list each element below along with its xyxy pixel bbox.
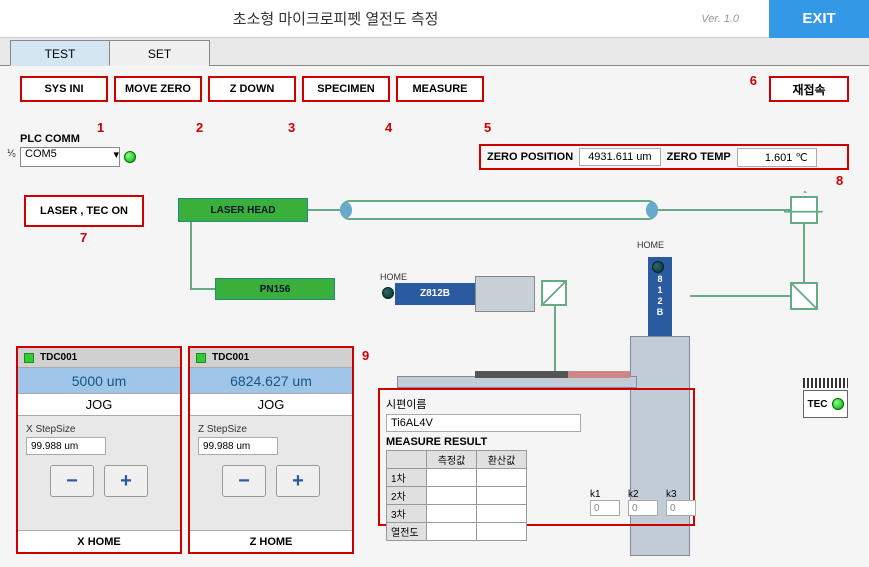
specimen-button[interactable]: SPECIMEN xyxy=(302,76,390,102)
zero-temp-label: ZERO TEMP xyxy=(667,151,731,163)
z-home-button[interactable]: Z HOME xyxy=(190,530,352,552)
row-thermal: 열전도 xyxy=(387,523,427,541)
cell-3-2 xyxy=(477,505,527,523)
x-jog-minus-button[interactable]: − xyxy=(50,465,94,497)
annotation-2: 2 xyxy=(196,120,203,135)
tec-box: TEC xyxy=(803,390,848,418)
x-stepsize-input[interactable] xyxy=(26,437,106,455)
z812b-horizontal: Z812B xyxy=(395,283,475,305)
exit-button[interactable]: EXIT xyxy=(769,0,869,38)
k1-label: k1 xyxy=(590,489,620,500)
ctrl-name: TDC001 xyxy=(212,352,249,363)
annotation-6: 6 xyxy=(750,73,757,88)
k2-input[interactable] xyxy=(628,500,658,516)
k3-input[interactable] xyxy=(666,500,696,516)
k1-input[interactable] xyxy=(590,500,620,516)
z-jog-minus-button[interactable]: − xyxy=(222,465,266,497)
specimen-name-label: 시편이름 xyxy=(386,396,687,412)
cell-2-2 xyxy=(477,487,527,505)
beam-tube xyxy=(340,200,658,220)
laser-tec-button[interactable]: LASER , TEC ON xyxy=(24,195,144,227)
annotation-4: 4 xyxy=(385,120,392,135)
mirror-icon xyxy=(790,282,818,310)
zero-bar: ZERO POSITION 4931.611 um ZERO TEMP 1.60… xyxy=(479,144,849,170)
beam-line xyxy=(308,209,340,211)
specimen-name-input[interactable] xyxy=(386,414,581,432)
annotation-9: 9 xyxy=(362,348,369,363)
tec-hatch-icon xyxy=(803,378,848,388)
z-jog-label: JOG xyxy=(190,394,352,416)
k3-label: k3 xyxy=(666,489,696,500)
z-stepsize-input[interactable] xyxy=(198,437,278,455)
col-measured: 측정값 xyxy=(427,451,477,469)
z-jog-plus-button[interactable]: + xyxy=(276,465,320,497)
ctrl-name: TDC001 xyxy=(40,352,77,363)
wire-line xyxy=(190,222,192,288)
tec-label: TEC xyxy=(808,399,828,410)
x-jog-plus-button[interactable]: + xyxy=(104,465,148,497)
x-controller-panel: TDC001 5000 um JOG X StepSize − + X HOME xyxy=(16,346,182,554)
version-label: Ver. 1.0 xyxy=(671,13,769,25)
annotation-3: 3 xyxy=(288,120,295,135)
x-home-button[interactable]: X HOME xyxy=(18,530,180,552)
cell-4-2 xyxy=(477,523,527,541)
app-title: 초소형 마이크로피펫 열전도 측정 xyxy=(0,8,671,29)
measure-button[interactable]: MEASURE xyxy=(396,76,484,102)
home-led-icon xyxy=(382,287,394,299)
laser-head-block: LASER HEAD xyxy=(178,198,308,222)
row-1: 1차 xyxy=(387,469,427,487)
row-2: 2차 xyxy=(387,487,427,505)
sys-ini-button[interactable]: SYS INI xyxy=(20,76,108,102)
plc-comm-label: PLC COMM xyxy=(20,133,136,145)
col-converted: 환산값 xyxy=(477,451,527,469)
measure-result-table: 측정값환산값 1차 2차 3차 열전도 xyxy=(386,450,527,541)
cell-2-1 xyxy=(427,487,477,505)
wire-line xyxy=(190,288,215,290)
measure-area: 시편이름 MEASURE RESULT 측정값환산값 1차 2차 3차 열전도 … xyxy=(378,388,695,526)
beam-line xyxy=(554,306,556,372)
z-stepsize-label: Z StepSize xyxy=(198,424,344,435)
cell-1-2 xyxy=(477,469,527,487)
beam-line xyxy=(803,224,805,282)
cell-1-1 xyxy=(427,469,477,487)
plc-port-select[interactable]: COM5 ▾ xyxy=(20,147,120,167)
z-down-button[interactable]: Z DOWN xyxy=(208,76,296,102)
cell-3-1 xyxy=(427,505,477,523)
z-position-value: 6824.627 um xyxy=(190,368,352,394)
cell-4-1 xyxy=(427,523,477,541)
pn156-block: PN156 xyxy=(215,278,335,300)
laser-tec-label: LASER , TEC ON xyxy=(40,205,128,217)
annotation-5: 5 xyxy=(484,120,491,135)
measure-result-title: MEASURE RESULT xyxy=(386,436,687,448)
beam-line xyxy=(658,209,790,211)
reconnect-button[interactable]: 재접속 xyxy=(769,76,849,102)
z-controller-panel: TDC001 6824.627 um JOG Z StepSize − + Z … xyxy=(188,346,354,554)
zero-position-value: 4931.611 um xyxy=(579,148,660,166)
zero-temp-value: 1.601 ℃ xyxy=(737,148,817,167)
plc-port-value: COM5 xyxy=(25,148,57,160)
annotation-7: 7 xyxy=(80,230,87,245)
beam-line xyxy=(690,295,790,297)
zero-position-label: ZERO POSITION xyxy=(487,151,573,163)
ctrl-led-icon xyxy=(196,353,206,363)
annotation-8: 8 xyxy=(836,173,843,188)
k2-label: k2 xyxy=(628,489,658,500)
home-led-icon xyxy=(652,261,664,273)
home-label: HOME xyxy=(380,272,407,282)
prism-icon xyxy=(541,280,567,306)
move-zero-button[interactable]: MOVE ZERO xyxy=(114,76,202,102)
x-jog-label: JOG xyxy=(18,394,180,416)
home-label: HOME xyxy=(637,240,664,250)
stage-block xyxy=(475,276,535,312)
tab-set[interactable]: SET xyxy=(110,40,210,66)
tec-led-icon xyxy=(832,398,844,410)
x-stepsize-label: X StepSize xyxy=(26,424,172,435)
ctrl-led-icon xyxy=(24,353,34,363)
x-position-value: 5000 um xyxy=(18,368,180,394)
row-3: 3차 xyxy=(387,505,427,523)
mirror-icon xyxy=(790,196,818,224)
tab-test[interactable]: TEST xyxy=(10,40,110,66)
sample-strip xyxy=(475,371,630,378)
plc-led-icon xyxy=(124,151,136,163)
